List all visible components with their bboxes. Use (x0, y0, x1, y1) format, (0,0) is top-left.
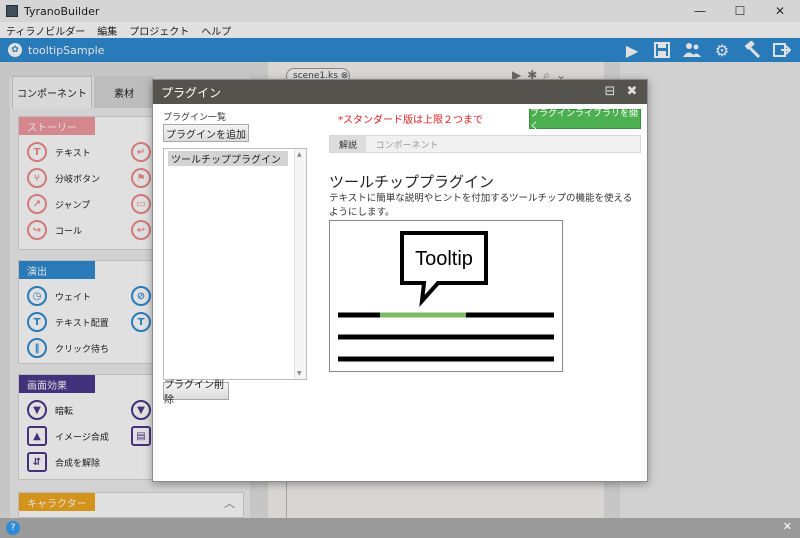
scroll-up-icon[interactable]: ▲ (297, 151, 302, 158)
delete-plugin-button[interactable]: プラグイン削除 (163, 380, 229, 406)
minimize-icon[interactable]: ⊟ (603, 84, 617, 99)
dialog-header: プラグイン ⊟ ✖ (153, 80, 647, 104)
bottom-bar: ? ✕ (0, 518, 800, 538)
plugin-preview-image: Tooltip (329, 220, 563, 372)
plugin-name: ツールチッププラグイン (329, 173, 495, 191)
tooltip-illustration: Tooltip (338, 231, 554, 362)
tab-components[interactable]: コンポーネント (374, 136, 440, 152)
plugin-list-caption: プラグイン一覧 (163, 113, 227, 123)
standard-edition-notice: *スタンダード版は上限２つまで (338, 115, 483, 126)
scroll-down-icon[interactable]: ▼ (297, 370, 302, 377)
plugin-list[interactable]: ツールチッププラグイン ▲ ▼ (163, 148, 307, 380)
close-dialog-icon[interactable]: ✖ (625, 84, 639, 99)
plugin-list-item[interactable]: ツールチッププラグイン (168, 151, 288, 166)
help-icon[interactable]: ? (6, 521, 20, 535)
plugin-list-scrollbar[interactable]: ▲ ▼ (294, 149, 306, 379)
add-plugin-button[interactable]: プラグインを追加 (163, 124, 249, 142)
dialog-controls: ⊟ ✖ (603, 84, 639, 99)
open-plugin-library-button[interactable]: プラグインライブラリを開く (529, 109, 641, 132)
tooltip-text: Tooltip (415, 248, 473, 270)
tab-description[interactable]: 解説 (330, 136, 366, 152)
dialog-title: プラグイン (161, 85, 222, 100)
plugin-description: テキストに簡単な説明やヒントを付加するツールチップの機能を使えるようにします。 (329, 193, 633, 218)
detail-tabs: 解説 コンポーネント (329, 135, 641, 153)
plugin-dialog: プラグイン ⊟ ✖ プラグイン一覧 プラグインを追加 ツールチッププラグイン ▲… (152, 79, 648, 482)
close-icon[interactable]: ✕ (783, 520, 792, 533)
